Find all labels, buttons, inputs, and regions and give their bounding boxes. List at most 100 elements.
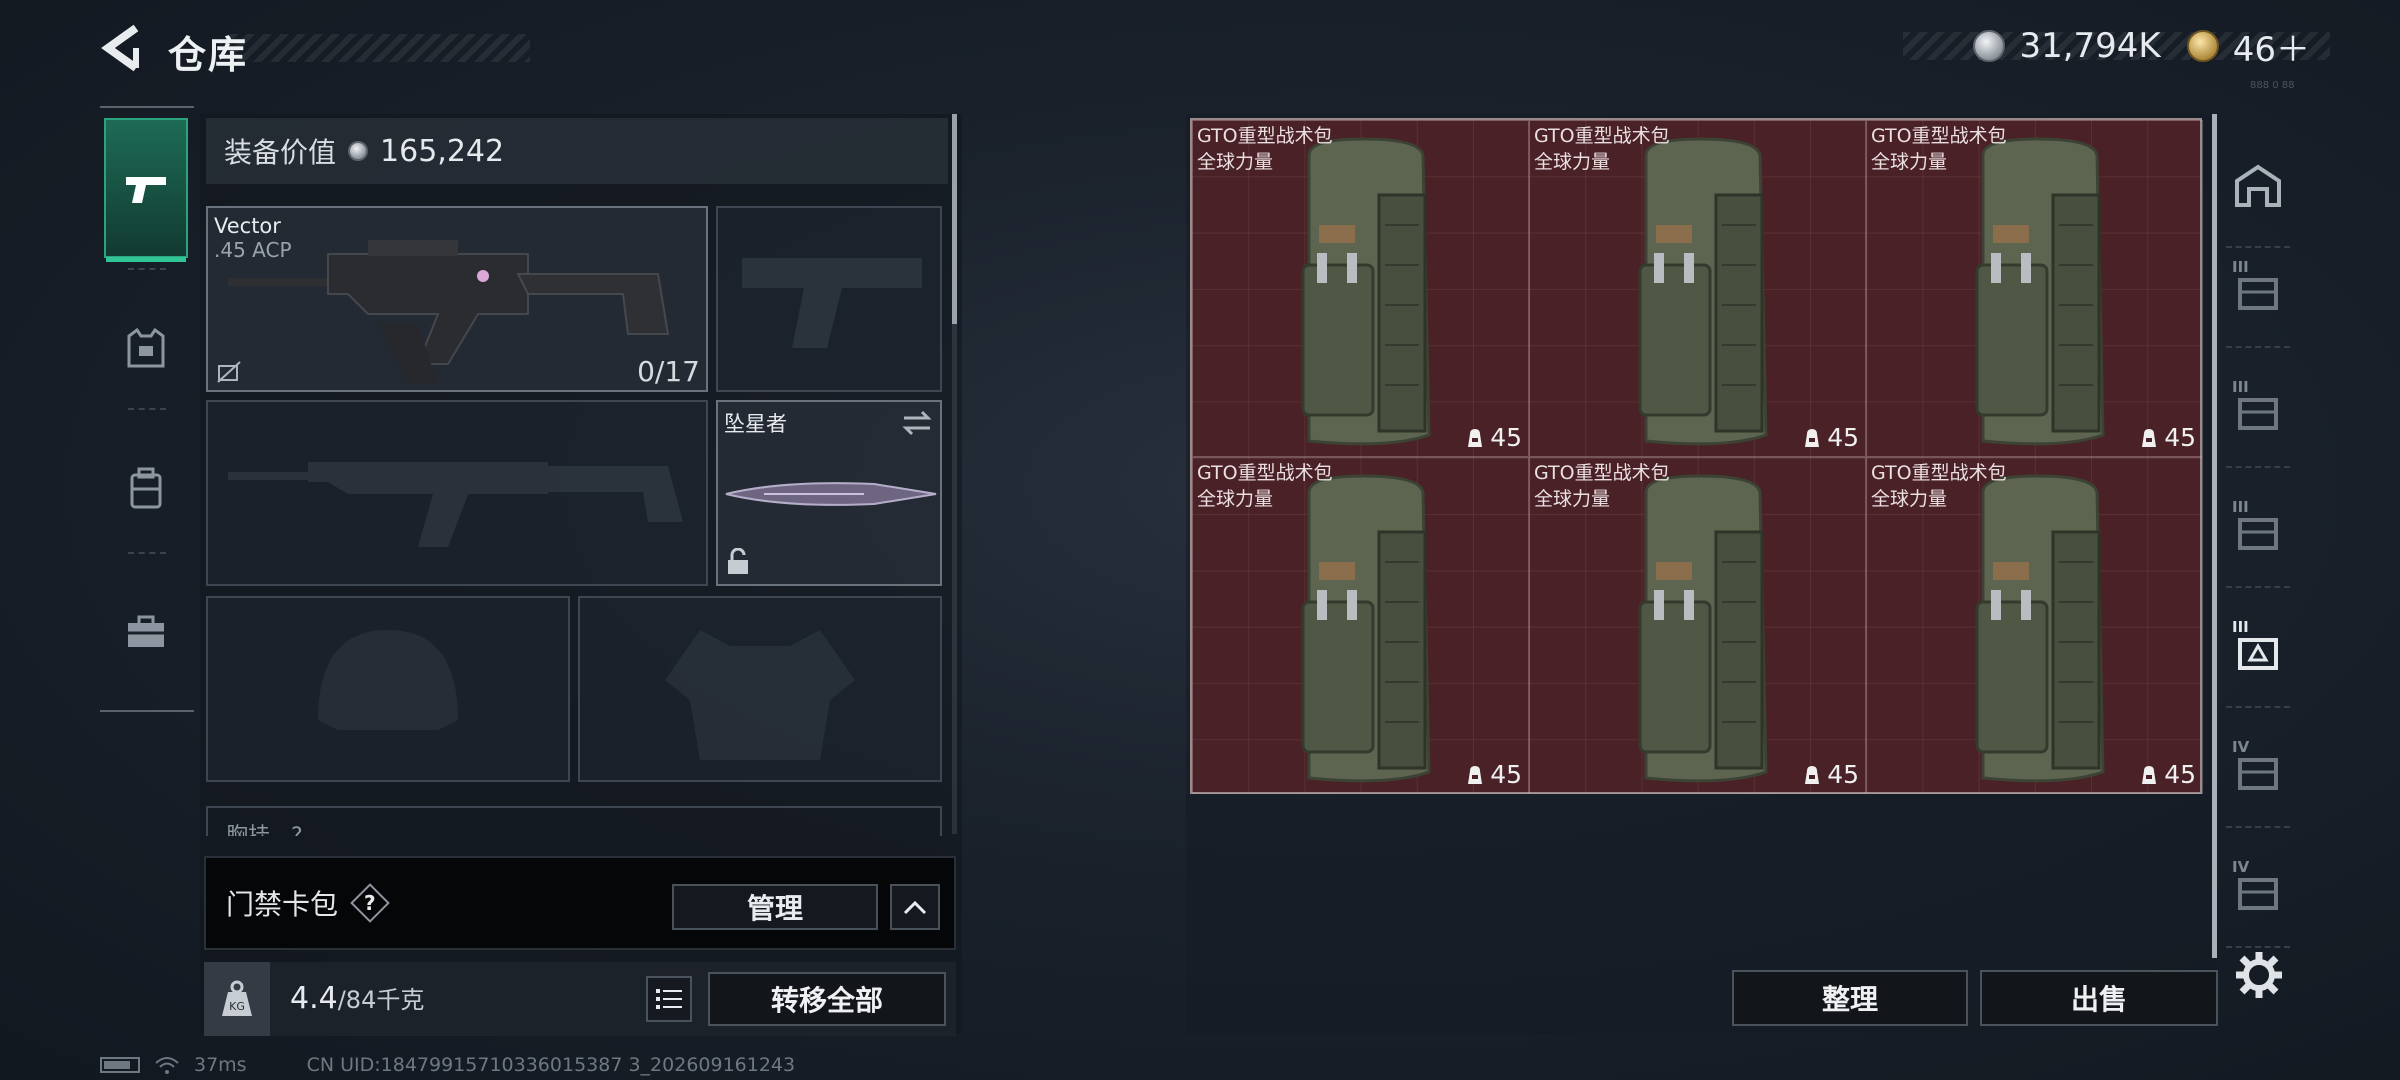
- stash-item-name: GTO重型战术包: [1871, 462, 2007, 484]
- ping-value: 37ms: [194, 1054, 247, 1076]
- tier-label: IV: [2232, 858, 2250, 876]
- list-view-button[interactable]: [646, 976, 692, 1022]
- toolbox-icon: [128, 615, 164, 647]
- storage-box-icon: [2238, 638, 2278, 670]
- primary-weapon-slot[interactable]: Vector .45 ACP 0/17: [206, 206, 708, 392]
- swap-icon[interactable]: [902, 410, 932, 436]
- player-uid: CN UID:18479915710336015387 3_2026091612…: [306, 1054, 796, 1076]
- weight-readout: 4.4/84千克: [290, 980, 424, 1016]
- rail-divider: [128, 552, 166, 554]
- equipment-value-bar: 装备价值 165,242: [206, 118, 948, 184]
- tab-storage-tier-3[interactable]: III: [2226, 478, 2290, 588]
- stash-item-level: 45: [1803, 423, 1859, 452]
- tab-storage-tier-6[interactable]: IV: [2226, 838, 2290, 948]
- settings-button[interactable]: [2234, 950, 2284, 1000]
- keycard-label: 门禁卡包: [226, 888, 339, 921]
- stash-item-backpack[interactable]: GTO重型战术包 全球力量 45: [1192, 457, 1529, 794]
- status-line: 37ms CN UID:18479915710336015387 3_20260…: [100, 1054, 795, 1076]
- rail-divider: [128, 408, 166, 410]
- tier-label: IV: [2232, 738, 2250, 756]
- storage-box-icon: [2238, 878, 2278, 910]
- wifi-icon: [155, 1057, 179, 1074]
- stash-item-name: GTO重型战术包: [1197, 462, 1333, 484]
- backpack-image: [1638, 137, 1768, 446]
- stash-item-backpack[interactable]: GTO重型战术包 全球力量 45: [1529, 120, 1866, 457]
- manage-button[interactable]: 管理: [672, 884, 878, 930]
- gold-currency-value[interactable]: 46＋: [2233, 22, 2310, 71]
- tab-storage-tier-4[interactable]: III: [2226, 598, 2290, 708]
- weight-max: /84千克: [337, 986, 425, 1014]
- rifle-placeholder-icon: [228, 462, 683, 547]
- currency-bar: 31,794K 46＋: [1903, 26, 2330, 70]
- stash-item-level: 45: [2140, 423, 2196, 452]
- help-icon[interactable]: ?: [350, 883, 390, 923]
- stash-item-level-value: 45: [1827, 423, 1859, 452]
- chest-rig-help: ?: [291, 824, 303, 836]
- stash-item-level: 45: [1803, 760, 1859, 789]
- stash-item-brand: 全球力量: [1197, 151, 1274, 173]
- stash-item-backpack[interactable]: GTO重型战术包 全球力量 45: [1192, 120, 1529, 457]
- melee-name: 坠星者: [724, 412, 787, 436]
- backpack-image: [1975, 474, 2105, 783]
- stash-item-name: GTO重型战术包: [1534, 125, 1670, 147]
- tier-label: III: [2232, 258, 2249, 276]
- secondary-weapon-slot[interactable]: [206, 400, 708, 586]
- armor-slot[interactable]: [578, 596, 942, 782]
- helmet-slot[interactable]: [206, 596, 570, 782]
- capacity-bar: KG 4.4/84千克 转移全部: [204, 962, 956, 1036]
- stash-item-name: GTO重型战术包: [1197, 125, 1333, 147]
- pistol-placeholder-icon: [742, 258, 922, 348]
- tier-label: III: [2232, 378, 2249, 396]
- stash-item-name: GTO重型战术包: [1534, 462, 1670, 484]
- durability-icon: [1468, 428, 1483, 447]
- storage-box-icon: [2238, 518, 2278, 550]
- stash-item-level-value: 45: [2164, 423, 2196, 452]
- melee-slot[interactable]: 坠星者: [716, 400, 942, 586]
- help-icon-glyph: ?: [364, 890, 376, 915]
- stash-item-level-value: 45: [2164, 760, 2196, 789]
- lock-icon: [728, 548, 748, 574]
- stash-item-backpack[interactable]: GTO重型战术包 全球力量 45: [1866, 457, 2203, 794]
- tab-storage-tier-2[interactable]: III: [2226, 358, 2290, 468]
- chest-rig-slot[interactable]: 胸挂 ?: [206, 806, 942, 836]
- kg-label: KG: [229, 1000, 245, 1013]
- helmet-placeholder-icon: [318, 630, 458, 730]
- tab-storage-home[interactable]: [2226, 124, 2290, 248]
- silver-coin-icon: [1973, 30, 2006, 62]
- chest-rig-label: 胸挂: [226, 824, 270, 836]
- sidearm-slot[interactable]: [716, 206, 942, 392]
- stash-scrollbar[interactable]: [2212, 114, 2217, 958]
- sort-button[interactable]: 整理: [1732, 970, 1968, 1026]
- pistol-icon: [126, 177, 166, 203]
- equipment-scroll-thumb[interactable]: [952, 114, 957, 324]
- stash-item-level-value: 45: [1490, 423, 1522, 452]
- silver-currency-value: 31,794K: [2019, 26, 2161, 66]
- stash-item-name: GTO重型战术包: [1871, 125, 2007, 147]
- list-icon: [656, 989, 682, 1009]
- stash-item-level: 45: [2140, 760, 2196, 789]
- tab-armor[interactable]: [104, 278, 188, 418]
- stash-item-backpack[interactable]: GTO重型战术包 全球力量 45: [1866, 120, 2203, 457]
- back-arrow-icon: [101, 24, 139, 72]
- weight-icon-box: KG: [204, 962, 270, 1036]
- vector-smg-image: [228, 240, 670, 384]
- chevron-up-icon: [903, 900, 927, 915]
- corner-code: 888 0 88: [2250, 80, 2295, 91]
- transfer-all-button[interactable]: 转移全部: [708, 972, 946, 1026]
- title-decoration: [230, 34, 530, 62]
- tab-backpack[interactable]: [104, 418, 188, 558]
- stash-item-level: 45: [1466, 423, 1522, 452]
- backpack-image: [1975, 137, 2105, 446]
- storage-box-icon: [2238, 758, 2278, 790]
- tab-storage-tier-1[interactable]: III: [2226, 238, 2290, 348]
- tab-weapons[interactable]: [104, 118, 188, 262]
- gear-icon: [2236, 952, 2282, 998]
- durability-icon: [1805, 765, 1820, 784]
- stash-item-backpack[interactable]: GTO重型战术包 全球力量 45: [1529, 457, 1866, 794]
- back-button[interactable]: [98, 22, 148, 74]
- storage-box-icon: [2238, 398, 2278, 430]
- tab-storage-tier-5[interactable]: IV: [2226, 718, 2290, 828]
- collapse-button[interactable]: [890, 884, 940, 930]
- tab-toolbox[interactable]: [104, 562, 188, 702]
- sell-button[interactable]: 出售: [1980, 970, 2218, 1026]
